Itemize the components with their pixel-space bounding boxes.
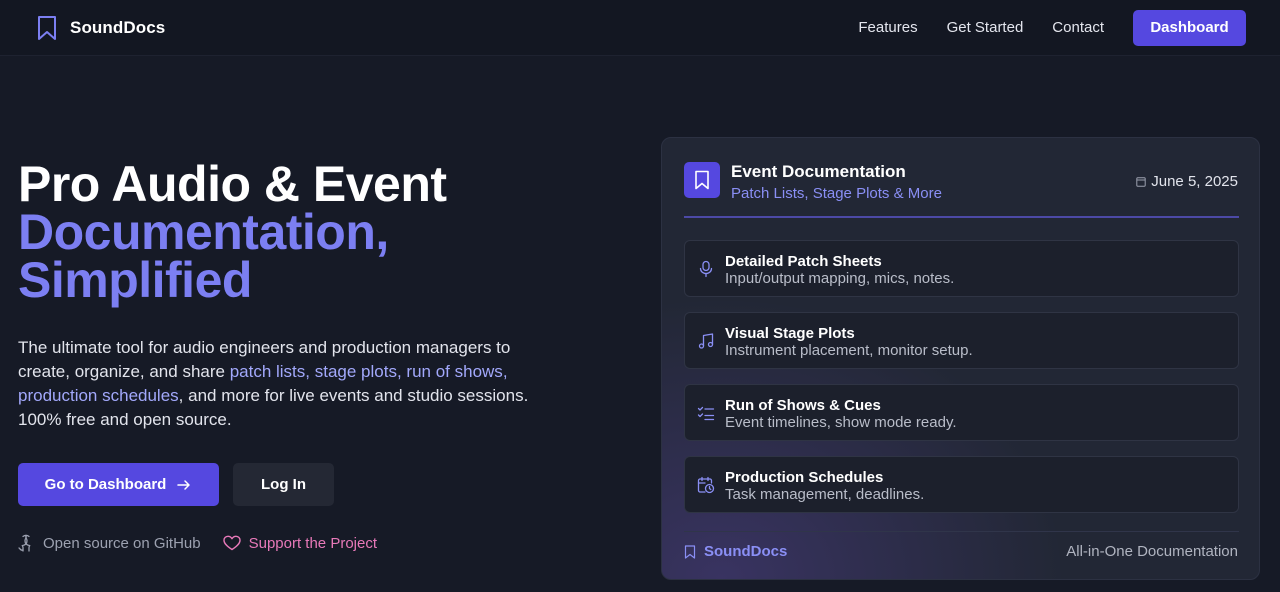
github-link[interactable]: Open source on GitHub	[18, 534, 201, 552]
card-date: June 5, 2025	[1136, 173, 1238, 190]
nav-link-get-started[interactable]: Get Started	[947, 10, 1024, 46]
feature-description: Instrument placement, monitor setup.	[725, 342, 973, 359]
hero-title-line3: Simplified	[18, 252, 252, 308]
checklist-icon	[697, 406, 715, 421]
hero-description: The ultimate tool for audio engineers an…	[18, 336, 558, 432]
bookmark-icon	[684, 544, 696, 559]
feature-run-of-shows: Run of Shows & Cues Event timelines, sho…	[684, 384, 1239, 441]
hero-desc-sep: ,	[502, 362, 508, 381]
feature-patch-sheets: Detailed Patch Sheets Input/output mappi…	[684, 240, 1239, 297]
go-to-dashboard-label: Go to Dashboard	[44, 476, 167, 493]
feature-description: Task management, deadlines.	[725, 486, 925, 503]
dashboard-button[interactable]: Dashboard	[1133, 10, 1246, 46]
card-footer-tagline: All-in-One Documentation	[1066, 543, 1238, 560]
highlight-run-of-shows: run of shows	[406, 362, 503, 381]
card-subtitle: Patch Lists, Stage Plots & More	[731, 185, 942, 202]
highlight-patch-lists: patch lists	[229, 362, 306, 381]
brand-logo[interactable]: SoundDocs	[36, 15, 165, 41]
microphone-icon	[699, 260, 713, 278]
bookmark-icon	[695, 170, 709, 190]
go-to-dashboard-button[interactable]: Go to Dashboard	[18, 463, 219, 506]
log-in-button[interactable]: Log In	[233, 463, 334, 506]
card-footer-brand: SoundDocs	[684, 543, 787, 560]
calendar-icon	[1136, 177, 1146, 187]
github-icon	[18, 534, 31, 552]
hero-title-line1: Pro Audio & Event	[18, 156, 447, 212]
card-footer-brand-name: SoundDocs	[704, 543, 788, 560]
feature-title: Production Schedules	[725, 469, 884, 486]
brand-name: SoundDocs	[70, 18, 166, 37]
highlight-production-schedules: production schedules	[18, 386, 179, 405]
card-divider	[684, 216, 1239, 218]
nav-link-features[interactable]: Features	[858, 10, 917, 46]
heart-icon	[222, 535, 241, 551]
card-footer-divider	[684, 531, 1239, 532]
hero-desc-sep: ,	[396, 362, 407, 381]
feature-production-schedules: Production Schedules Task management, de…	[684, 456, 1239, 513]
arrow-right-icon	[177, 479, 191, 490]
support-link-label: Support the Project	[248, 534, 378, 552]
feature-title: Visual Stage Plots	[725, 325, 855, 342]
support-link[interactable]: Support the Project	[222, 534, 378, 552]
calendar-clock-icon	[697, 476, 715, 494]
card-date-text: June 5, 2025	[1151, 173, 1238, 190]
feature-title: Detailed Patch Sheets	[725, 253, 882, 270]
feature-description: Input/output mapping, mics, notes.	[725, 270, 955, 287]
card-header-icon	[684, 162, 720, 198]
event-documentation-card: Event Documentation Patch Lists, Stage P…	[661, 137, 1260, 580]
hero-title: Pro Audio & Event Documentation, Simplif…	[18, 156, 447, 308]
hero-desc-sep: ,	[305, 362, 315, 381]
github-link-label: Open source on GitHub	[43, 534, 201, 552]
music-note-icon	[698, 333, 714, 349]
hero-title-line2: Documentation,	[18, 204, 389, 260]
top-navbar: SoundDocs Features Get Started Contact D…	[0, 0, 1280, 56]
nav-link-contact[interactable]: Contact	[1052, 10, 1104, 46]
card-title: Event Documentation	[731, 162, 906, 181]
feature-description: Event timelines, show mode ready.	[725, 414, 957, 431]
feature-title: Run of Shows & Cues	[725, 397, 881, 414]
bookmark-icon	[38, 16, 56, 40]
highlight-stage-plots: stage plots	[314, 362, 397, 381]
feature-stage-plots: Visual Stage Plots Instrument placement,…	[684, 312, 1239, 369]
